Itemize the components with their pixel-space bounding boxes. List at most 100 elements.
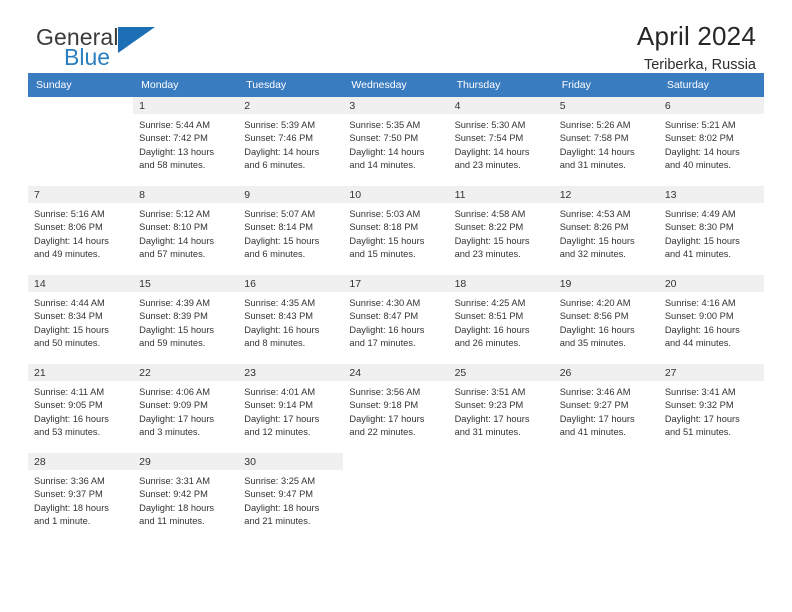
calendar-day-cell[interactable]: 12 Sunrise: 4:53 AM Sunset: 8:26 PM Dayligh… bbox=[553, 186, 659, 275]
sunrise-text: Sunrise: 4:58 AM bbox=[454, 209, 526, 219]
calendar-day-cell[interactable]: 1 Sunrise: 5:44 AM Sunset: 7:42 PM Daylight… bbox=[133, 97, 239, 186]
calendar-day-cell[interactable]: 23 Sunrise: 4:01 AM Sunset: 9:14 PM Dayligh… bbox=[238, 364, 344, 453]
day-details: Sunrise: 5:30 AM Sunset: 7:54 PM Daylight:… bbox=[449, 114, 554, 173]
sunrise-text: Sunrise: 4:39 AM bbox=[139, 298, 210, 308]
calendar-day-cell[interactable]: 14 Sunrise: 4:44 AM Sunset: 8:34 PM Dayligh… bbox=[28, 275, 134, 364]
brand-line-2: Blue bbox=[36, 46, 119, 72]
daylight-text-line1: Daylight: 16 hours bbox=[454, 324, 530, 335]
calendar-day-cell[interactable]: 16 Sunrise: 4:35 AM Sunset: 8:43 PM Dayligh… bbox=[238, 275, 344, 364]
sunset-text: Sunset: 8:06 PM bbox=[34, 222, 103, 233]
weekday-header-tuesday: Tuesday bbox=[238, 73, 344, 97]
sunrise-text: Sunrise: 4:35 AM bbox=[244, 298, 316, 308]
daylight-text-line1: Daylight: 14 hours bbox=[139, 235, 215, 246]
calendar-week-row: 14 Sunrise: 4:44 AM Sunset: 8:34 PM Dayligh… bbox=[28, 275, 764, 364]
calendar-day-cell[interactable]: 22 Sunrise: 4:06 AM Sunset: 9:09 PM Dayligh… bbox=[133, 364, 239, 453]
daylight-text-line1: Daylight: 17 hours bbox=[664, 413, 740, 424]
calendar-day-cell[interactable]: 30 Sunrise: 3:25 AM Sunset: 9:47 PM Dayligh… bbox=[238, 453, 344, 542]
sunset-text: Sunset: 9:37 PM bbox=[34, 489, 103, 500]
calendar-day-cell[interactable]: 6 Sunrise: 5:21 AM Sunset: 8:02 PM Daylight… bbox=[658, 97, 764, 186]
sunrise-text: Sunrise: 4:53 AM bbox=[559, 209, 631, 219]
calendar-day-cell[interactable]: 13 Sunrise: 4:49 AM Sunset: 8:30 PM Dayligh… bbox=[658, 186, 764, 275]
title-block: April 2024 Teriberka, Russia bbox=[636, 21, 756, 74]
sunset-text: Sunset: 8:18 PM bbox=[349, 222, 419, 233]
day-number: 25 bbox=[448, 364, 554, 381]
daylight-text-line2: and 23 minutes. bbox=[454, 249, 521, 260]
day-number: 7 bbox=[28, 186, 134, 203]
sunset-text: Sunset: 8:26 PM bbox=[559, 222, 629, 233]
day-number: 3 bbox=[343, 97, 449, 114]
day-details: Sunrise: 5:12 AM Sunset: 8:10 PM Daylight:… bbox=[133, 203, 238, 262]
calendar-week-row: 28 Sunrise: 3:36 AM Sunset: 9:37 PM Dayligh… bbox=[28, 453, 764, 542]
calendar-day-cell[interactable]: 8 Sunrise: 5:12 AM Sunset: 8:10 PM Daylight… bbox=[133, 186, 239, 275]
sunset-text: Sunset: 8:51 PM bbox=[454, 311, 524, 322]
day-number: 15 bbox=[133, 275, 239, 292]
sunset-text: Sunset: 8:43 PM bbox=[244, 311, 314, 322]
calendar-day-cell[interactable]: 3 Sunrise: 5:35 AM Sunset: 7:50 PM Daylight… bbox=[343, 97, 449, 186]
calendar-day-cell[interactable]: 5 Sunrise: 5:26 AM Sunset: 7:58 PM Daylight… bbox=[553, 97, 659, 186]
calendar-day-cell[interactable]: 24 Sunrise: 3:56 AM Sunset: 9:18 PM Dayligh… bbox=[343, 364, 449, 453]
calendar-day-cell[interactable]: 20 Sunrise: 4:16 AM Sunset: 9:00 PM Dayligh… bbox=[658, 275, 764, 364]
calendar-day-cell[interactable]: 25 Sunrise: 3:51 AM Sunset: 9:23 PM Dayligh… bbox=[448, 364, 554, 453]
masthead: General Blue April 2024 Teriberka, Russi… bbox=[28, 0, 764, 73]
sunrise-text: Sunrise: 5:12 AM bbox=[139, 209, 210, 219]
calendar-day-cell[interactable]: 17 Sunrise: 4:30 AM Sunset: 8:47 PM Dayligh… bbox=[343, 275, 449, 364]
sunset-text: Sunset: 9:47 PM bbox=[244, 489, 314, 500]
day-number bbox=[448, 453, 554, 470]
day-number: 24 bbox=[343, 364, 449, 381]
triangle-logo-icon bbox=[118, 27, 155, 53]
daylight-text-line2: and 23 minutes. bbox=[454, 160, 521, 171]
daylight-text-line1: Daylight: 16 hours bbox=[34, 413, 109, 424]
calendar-day-cell[interactable]: 9 Sunrise: 5:07 AM Sunset: 8:14 PM Daylight… bbox=[238, 186, 344, 275]
day-details: Sunrise: 4:16 AM Sunset: 9:00 PM Daylight:… bbox=[659, 292, 764, 351]
sunrise-text: Sunrise: 5:03 AM bbox=[349, 209, 421, 219]
calendar-week-row: 21 Sunrise: 4:11 AM Sunset: 9:05 PM Dayligh… bbox=[28, 364, 764, 453]
calendar-day-cell[interactable]: 10 Sunrise: 5:03 AM Sunset: 8:18 PM Dayligh… bbox=[343, 186, 449, 275]
daylight-text-line2: and 59 minutes. bbox=[139, 338, 206, 349]
daylight-text-line1: Daylight: 14 hours bbox=[244, 146, 320, 157]
sunset-text: Sunset: 8:14 PM bbox=[244, 222, 314, 233]
calendar-day-cell[interactable]: 2 Sunrise: 5:39 AM Sunset: 7:46 PM Daylight… bbox=[238, 97, 344, 186]
sunset-text: Sunset: 9:18 PM bbox=[349, 400, 419, 411]
sunset-text: Sunset: 9:00 PM bbox=[664, 311, 734, 322]
sunset-text: Sunset: 7:50 PM bbox=[349, 133, 419, 144]
page-title: April 2024 bbox=[636, 21, 756, 51]
calendar-day-cell[interactable]: 19 Sunrise: 4:20 AM Sunset: 8:56 PM Dayligh… bbox=[553, 275, 659, 364]
day-number: 13 bbox=[658, 186, 764, 203]
general-blue-logo[interactable]: General Blue bbox=[36, 26, 155, 72]
calendar-empty-cell bbox=[658, 453, 764, 542]
daylight-text-line2: and 17 minutes. bbox=[349, 338, 416, 349]
calendar-day-cell[interactable]: 26 Sunrise: 3:46 AM Sunset: 9:27 PM Dayligh… bbox=[553, 364, 659, 453]
daylight-text-line1: Daylight: 16 hours bbox=[244, 324, 320, 335]
calendar-day-cell[interactable]: 29 Sunrise: 3:31 AM Sunset: 9:42 PM Dayligh… bbox=[133, 453, 239, 542]
calendar-day-cell[interactable]: 7 Sunrise: 5:16 AM Sunset: 8:06 PM Daylight… bbox=[28, 186, 134, 275]
calendar-day-cell[interactable]: 15 Sunrise: 4:39 AM Sunset: 8:39 PM Dayligh… bbox=[133, 275, 239, 364]
daylight-text-line2: and 51 minutes. bbox=[664, 427, 731, 438]
daylight-text-line1: Daylight: 15 hours bbox=[349, 235, 425, 246]
sunrise-text: Sunrise: 4:20 AM bbox=[559, 298, 631, 308]
page-subtitle: Teriberka, Russia bbox=[643, 57, 756, 74]
calendar-day-cell[interactable]: 4 Sunrise: 5:30 AM Sunset: 7:54 PM Daylight… bbox=[448, 97, 554, 186]
day-number: 2 bbox=[238, 97, 344, 114]
calendar-day-cell[interactable]: 27 Sunrise: 3:41 AM Sunset: 9:32 PM Dayligh… bbox=[658, 364, 764, 453]
sunrise-text: Sunrise: 3:56 AM bbox=[349, 387, 421, 397]
day-details: Sunrise: 4:39 AM Sunset: 8:39 PM Daylight:… bbox=[133, 292, 238, 351]
day-details: Sunrise: 5:21 AM Sunset: 8:02 PM Daylight:… bbox=[659, 114, 764, 173]
daylight-text-line2: and 31 minutes. bbox=[454, 427, 521, 438]
sunset-text: Sunset: 9:23 PM bbox=[454, 400, 524, 411]
daylight-text-line1: Daylight: 14 hours bbox=[454, 146, 530, 157]
sunset-text: Sunset: 7:42 PM bbox=[139, 133, 208, 144]
day-details: Sunrise: 4:20 AM Sunset: 8:56 PM Daylight:… bbox=[554, 292, 659, 351]
daylight-text-line1: Daylight: 18 hours bbox=[139, 502, 215, 513]
sunrise-text: Sunrise: 3:51 AM bbox=[454, 387, 526, 397]
calendar-day-cell[interactable]: 18 Sunrise: 4:25 AM Sunset: 8:51 PM Dayligh… bbox=[448, 275, 554, 364]
calendar-day-cell[interactable]: 21 Sunrise: 4:11 AM Sunset: 9:05 PM Dayligh… bbox=[28, 364, 134, 453]
day-details: Sunrise: 4:35 AM Sunset: 8:43 PM Daylight:… bbox=[238, 292, 343, 351]
day-details: Sunrise: 4:25 AM Sunset: 8:51 PM Daylight:… bbox=[449, 292, 554, 351]
calendar-day-cell[interactable]: 11 Sunrise: 4:58 AM Sunset: 8:22 PM Dayligh… bbox=[448, 186, 554, 275]
calendar-page: General Blue April 2024 Teriberka, Russi… bbox=[0, 0, 792, 612]
daylight-text-line2: and 14 minutes. bbox=[349, 160, 416, 171]
day-details: Sunrise: 5:35 AM Sunset: 7:50 PM Daylight:… bbox=[343, 114, 448, 173]
calendar-day-cell[interactable]: 28 Sunrise: 3:36 AM Sunset: 9:37 PM Dayligh… bbox=[28, 453, 134, 542]
calendar-empty-cell bbox=[343, 453, 449, 542]
day-number: 26 bbox=[553, 364, 659, 381]
